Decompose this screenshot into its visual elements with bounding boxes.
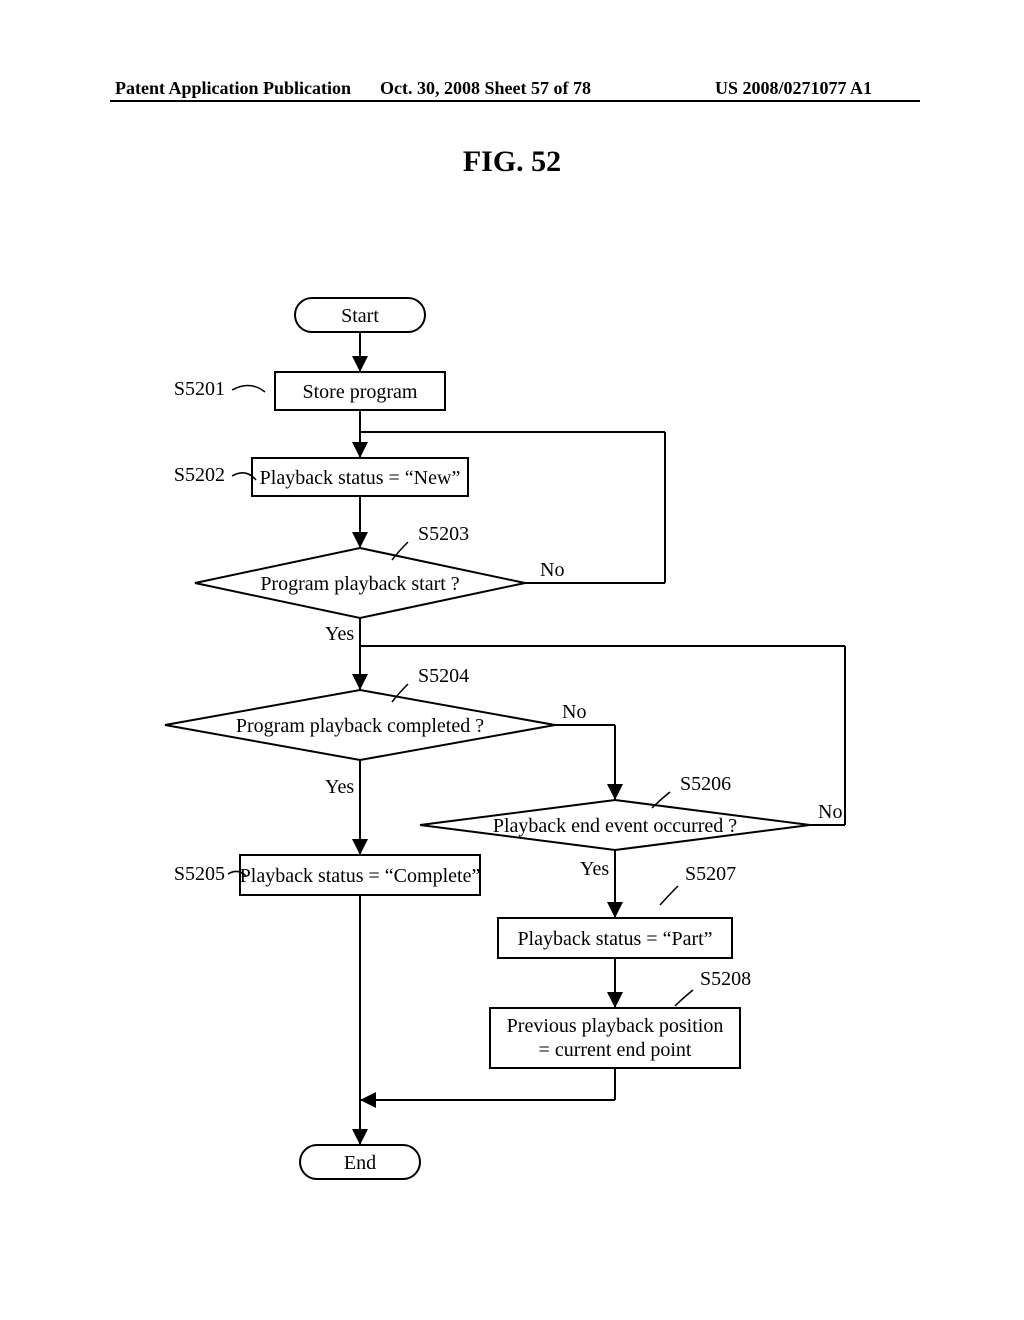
node-s5201: Store program xyxy=(275,372,445,410)
svg-text:= current end point: = current end point xyxy=(539,1039,692,1061)
svg-text:Store program: Store program xyxy=(303,381,418,403)
node-s5202: Playback status = “New” xyxy=(252,458,468,496)
s5206-yes: Yes xyxy=(580,858,609,880)
svg-text:Playback status = “New”: Playback status = “New” xyxy=(260,467,461,489)
s5204-yes: Yes xyxy=(325,776,354,798)
s5206-no: No xyxy=(818,801,842,823)
s5204-no: No xyxy=(562,701,586,723)
svg-text:Playback status = “Part”: Playback status = “Part” xyxy=(517,928,712,950)
label-s5208: S5208 xyxy=(700,968,751,990)
node-end: End xyxy=(300,1145,420,1179)
node-s5207: Playback status = “Part” xyxy=(498,918,732,958)
node-s5205: Playback status = “Complete” xyxy=(240,855,481,895)
label-s5206: S5206 xyxy=(680,773,731,795)
flowchart: Start Store program S5201 Playback statu… xyxy=(0,0,1024,1320)
svg-text:Program playback start ?: Program playback start ? xyxy=(260,573,459,595)
label-s5201: S5201 xyxy=(174,378,225,400)
label-s5207: S5207 xyxy=(685,863,736,885)
label-s5202: S5202 xyxy=(174,464,225,486)
label-s5204: S5204 xyxy=(418,665,469,687)
s5203-yes: Yes xyxy=(325,623,354,645)
svg-text:End: End xyxy=(344,1152,376,1174)
label-s5203: S5203 xyxy=(418,523,469,545)
svg-text:Start: Start xyxy=(341,305,379,327)
svg-text:Playback status = “Complete”: Playback status = “Complete” xyxy=(240,865,481,887)
node-s5208: Previous playback position = current end… xyxy=(490,1008,740,1068)
node-start: Start xyxy=(295,298,425,332)
s5203-no: No xyxy=(540,559,564,581)
node-s5206: Playback end event occurred ? xyxy=(420,800,810,850)
svg-text:Program playback completed ?: Program playback completed ? xyxy=(236,715,484,737)
node-s5203: Program playback start ? xyxy=(195,548,525,618)
label-s5205: S5205 xyxy=(174,863,225,885)
node-s5204: Program playback completed ? xyxy=(165,690,555,760)
svg-text:Previous playback position: Previous playback position xyxy=(507,1015,724,1037)
svg-text:Playback end event occurred ?: Playback end event occurred ? xyxy=(493,815,737,837)
